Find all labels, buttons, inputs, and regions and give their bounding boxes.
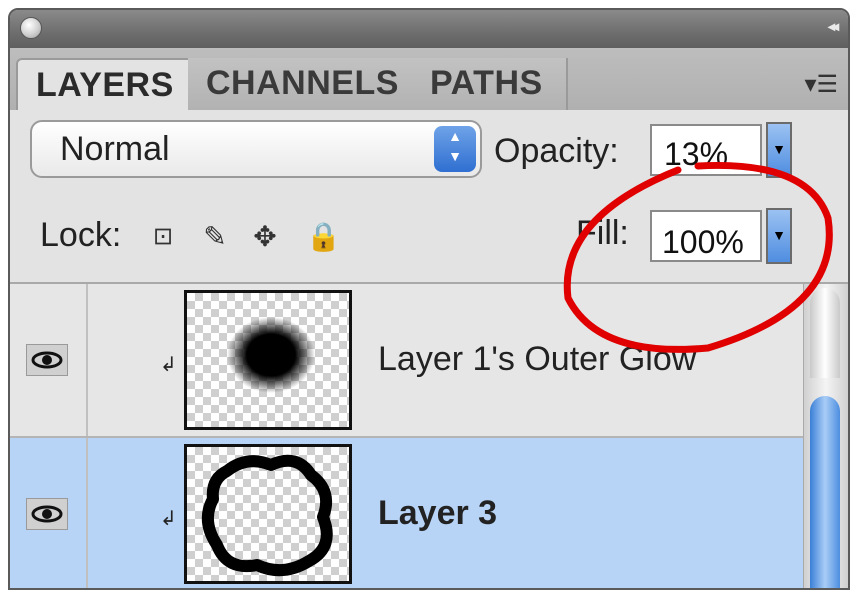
scrollbar[interactable] bbox=[803, 284, 848, 588]
blend-mode-select[interactable]: Normal ▲ ▼ bbox=[30, 120, 482, 178]
fill-input[interactable]: 100% bbox=[650, 210, 762, 262]
layer-thumbnail bbox=[184, 444, 352, 584]
tab-channels[interactable]: CHANNELS bbox=[188, 58, 419, 110]
layers-panel: ◂◂ LAYERS CHANNELS PATHS ▾☰ Normal ▲ ▼ Op… bbox=[8, 8, 850, 590]
lock-label: Lock: bbox=[40, 216, 122, 254]
panel-content: Normal ▲ ▼ Opacity: 13% ▼ Lock: ⊡ ✎ ✥ 🔒 F… bbox=[10, 110, 848, 588]
collapse-icon[interactable]: ◂◂ bbox=[828, 18, 839, 35]
fill-dropdown-button[interactable]: ▼ bbox=[766, 208, 792, 264]
tab-paths[interactable]: PATHS bbox=[412, 58, 568, 110]
scrollbar-thumb[interactable] bbox=[810, 396, 840, 588]
lock-all-icon[interactable]: 🔒 bbox=[306, 222, 341, 252]
fill-value: 100% bbox=[662, 224, 744, 260]
close-panel-button[interactable] bbox=[20, 17, 42, 39]
tab-layers[interactable]: LAYERS bbox=[16, 58, 194, 112]
clipping-mask-icon: ↲ bbox=[160, 508, 177, 530]
scrollbar-track-top bbox=[810, 288, 840, 378]
opacity-dropdown-button[interactable]: ▼ bbox=[766, 122, 792, 178]
panel-titlebar[interactable]: ◂◂ bbox=[10, 10, 848, 49]
visibility-column bbox=[10, 438, 88, 588]
layer-name[interactable]: Layer 1's Outer Glow bbox=[378, 340, 696, 379]
tab-row: LAYERS CHANNELS PATHS ▾☰ bbox=[10, 48, 848, 112]
layer-name[interactable]: Layer 3 bbox=[378, 494, 497, 533]
visibility-column bbox=[10, 284, 88, 436]
clipping-mask-icon: ↲ bbox=[160, 354, 177, 376]
opacity-input[interactable]: 13% bbox=[650, 124, 762, 176]
eye-icon[interactable] bbox=[26, 498, 68, 530]
layer-thumbnail bbox=[184, 290, 352, 430]
layer-row[interactable]: ↲ Layer 3 bbox=[10, 438, 804, 588]
lock-image-pixels-icon[interactable]: ✎ bbox=[200, 222, 230, 252]
opacity-label: Opacity: bbox=[494, 132, 619, 170]
lock-position-icon[interactable]: ✥ bbox=[250, 222, 280, 252]
blend-mode-value: Normal bbox=[60, 130, 170, 168]
layers-list: ↲ Layer 1's Outer Glow ↲ Layer 3 bbox=[10, 284, 804, 588]
layer-row[interactable]: ↲ Layer 1's Outer Glow bbox=[10, 284, 804, 438]
panel-menu-icon[interactable]: ▾☰ bbox=[804, 70, 838, 99]
eye-icon[interactable] bbox=[26, 344, 68, 376]
lock-transparent-pixels-icon[interactable]: ⊡ bbox=[148, 222, 178, 252]
fill-label: Fill: bbox=[576, 214, 629, 252]
opacity-value: 13% bbox=[664, 136, 729, 172]
select-arrows-icon: ▲ ▼ bbox=[434, 126, 476, 172]
